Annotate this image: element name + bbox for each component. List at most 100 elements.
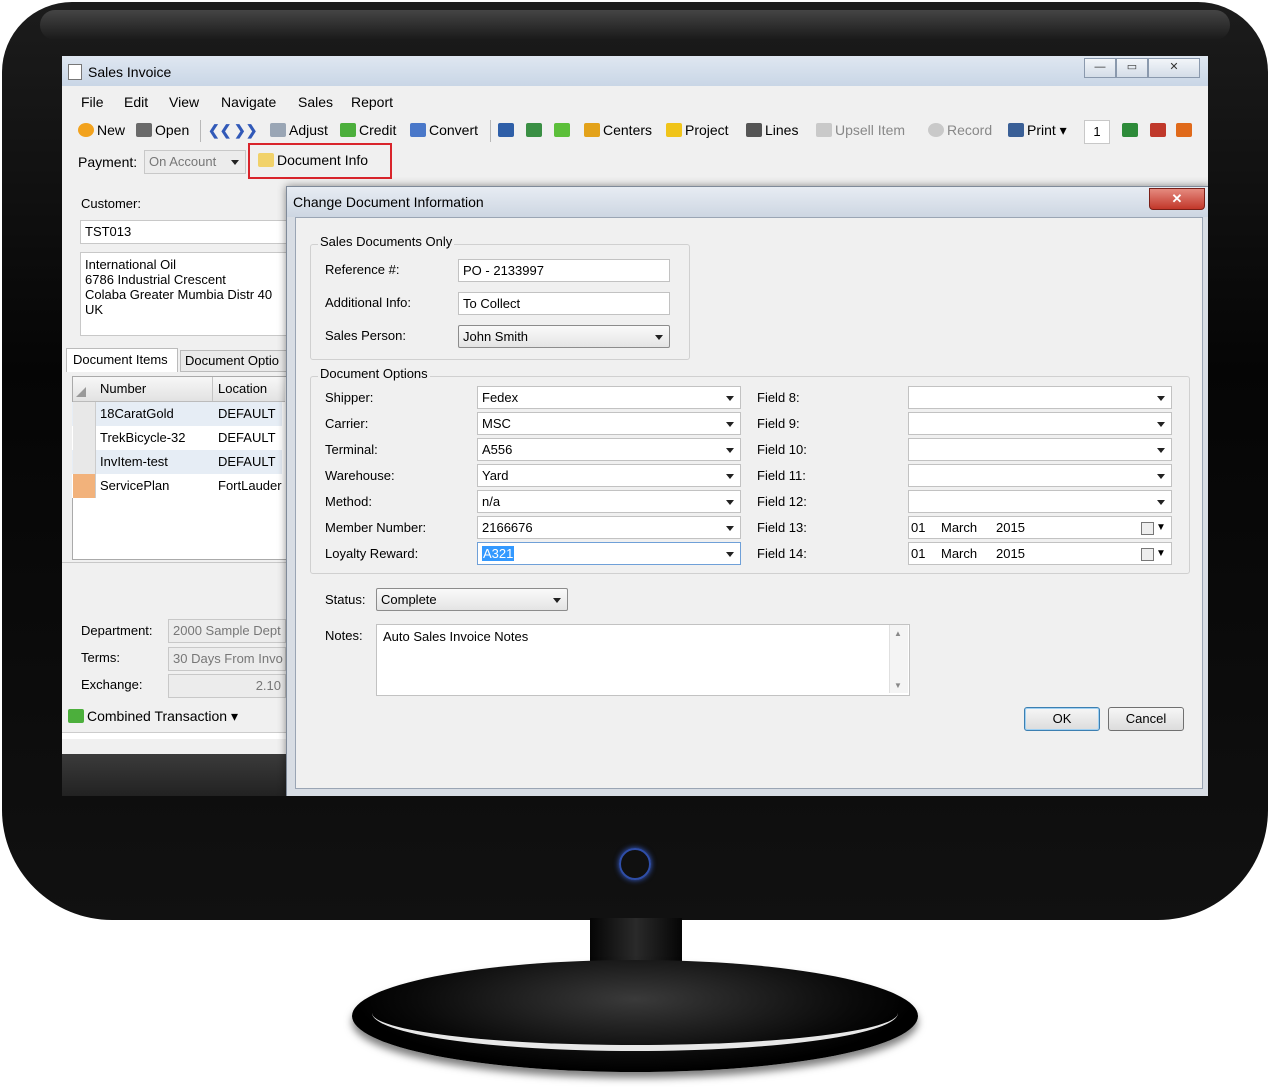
- menu-view[interactable]: View: [169, 94, 199, 110]
- chevron-down-icon[interactable]: ▼: [1156, 543, 1166, 564]
- notes-textarea[interactable]: Auto Sales Invoice Notes ▲ ▼: [376, 624, 910, 696]
- combined-transaction-button[interactable]: Combined Transaction ▾: [68, 708, 238, 725]
- scroll-down-icon[interactable]: ▼: [894, 681, 902, 690]
- convert-button[interactable]: Convert: [410, 122, 478, 138]
- calendar-icon[interactable]: [1141, 548, 1154, 561]
- next-icon[interactable]: ❯❯: [234, 122, 257, 139]
- maximize-button[interactable]: ▭: [1116, 58, 1148, 78]
- open-button[interactable]: Open: [136, 122, 189, 138]
- power-button-icon[interactable]: [619, 848, 651, 880]
- status-strip: [62, 732, 286, 739]
- menu-edit[interactable]: Edit: [124, 94, 148, 110]
- payment-dropdown[interactable]: On Account: [144, 150, 246, 174]
- reference-input[interactable]: PO - 2133997: [458, 259, 670, 282]
- close-button[interactable]: ✕: [1148, 58, 1200, 78]
- adjust-icon: [270, 123, 286, 137]
- field-14-date-picker[interactable]: 01 March 2015 ▼: [908, 542, 1172, 565]
- menu-sales[interactable]: Sales: [298, 94, 333, 110]
- spreadsheet-icon[interactable]: [1122, 122, 1141, 138]
- customer-code-field[interactable]: TST013: [80, 220, 290, 244]
- payment-label: Payment:: [78, 154, 138, 170]
- refresh-icon[interactable]: [526, 122, 545, 138]
- warehouse-dropdown[interactable]: Yard: [477, 464, 741, 487]
- hard-hat-icon: [666, 123, 682, 137]
- shipper-label: Shipper:: [325, 390, 374, 405]
- dialog-body: Sales Documents Only Reference #: PO - 2…: [295, 217, 1203, 789]
- arrow-down-icon: [68, 709, 84, 723]
- table-row[interactable]: 18CaratGold DEFAULT: [72, 402, 282, 426]
- field-9-dropdown[interactable]: [908, 412, 1172, 435]
- chevron-down-icon[interactable]: ▼: [1156, 517, 1166, 538]
- minimize-button[interactable]: —: [1084, 58, 1116, 78]
- column-divider: [212, 377, 213, 401]
- scroll-up-icon[interactable]: ▲: [894, 629, 902, 638]
- table-row[interactable]: TrekBicycle-32 DEFAULT: [72, 426, 282, 450]
- menu-file[interactable]: File: [81, 94, 104, 110]
- lines-button[interactable]: Lines: [746, 122, 798, 138]
- terms-label: Terms:: [81, 650, 120, 665]
- menu-navigate[interactable]: Navigate: [221, 94, 276, 110]
- field-9-label: Field 9:: [757, 416, 800, 431]
- new-button[interactable]: New: [78, 122, 125, 138]
- sales-documents-title: Sales Documents Only: [318, 234, 455, 249]
- calendar-icon[interactable]: [1176, 122, 1195, 138]
- divider: [62, 562, 286, 563]
- pencil-icon: [258, 153, 274, 167]
- save-icon[interactable]: [498, 122, 517, 138]
- status-label: Status:: [325, 592, 366, 607]
- record-button[interactable]: Record: [928, 122, 992, 138]
- field-11-dropdown[interactable]: [908, 464, 1172, 487]
- window-title: Sales Invoice: [88, 64, 172, 80]
- credit-button[interactable]: Credit: [340, 122, 396, 138]
- document-info-button[interactable]: Document Info: [258, 152, 368, 168]
- tab-document-items[interactable]: Document Items: [66, 348, 178, 372]
- terms-field[interactable]: 30 Days From Invo: [168, 647, 286, 671]
- centers-button[interactable]: Centers: [584, 122, 652, 138]
- status-dropdown[interactable]: Complete: [376, 588, 568, 611]
- column-header-location[interactable]: Location: [214, 377, 267, 401]
- field-14-label: Field 14:: [757, 546, 807, 561]
- shipper-dropdown[interactable]: Fedex: [477, 386, 741, 409]
- loyalty-reward-label: Loyalty Reward:: [325, 546, 419, 561]
- terminal-dropdown[interactable]: A556: [477, 438, 741, 461]
- menu-report[interactable]: Report: [351, 94, 393, 110]
- field-8-dropdown[interactable]: [908, 386, 1172, 409]
- tab-document-options[interactable]: Document Optio: [180, 350, 290, 372]
- additional-info-input[interactable]: To Collect: [458, 292, 670, 315]
- field-8-label: Field 8:: [757, 390, 800, 405]
- project-button[interactable]: Project: [666, 122, 729, 138]
- sales-person-dropdown[interactable]: John Smith: [458, 325, 670, 348]
- exchange-field[interactable]: 2.10: [168, 674, 286, 698]
- select-all-icon[interactable]: [76, 387, 86, 397]
- sales-person-label: Sales Person:: [325, 328, 406, 343]
- member-number-dropdown[interactable]: 2166676: [477, 516, 741, 539]
- table-row[interactable]: InvItem-test DEFAULT: [72, 450, 282, 474]
- print-button[interactable]: Print ▾: [1008, 122, 1067, 139]
- method-label: Method:: [325, 494, 372, 509]
- table-row[interactable]: ServicePlan FortLauder: [72, 474, 282, 498]
- document-icon: [68, 64, 82, 80]
- users-icon[interactable]: [1150, 122, 1169, 138]
- calendar-icon[interactable]: [1141, 522, 1154, 535]
- recycle-icon[interactable]: [554, 122, 573, 138]
- department-field[interactable]: 2000 Sample Dept: [168, 619, 286, 643]
- column-header-number[interactable]: Number: [96, 377, 146, 401]
- loyalty-reward-dropdown[interactable]: A321: [477, 542, 741, 565]
- carrier-dropdown[interactable]: MSC: [477, 412, 741, 435]
- ok-button[interactable]: OK: [1024, 707, 1100, 731]
- upsell-item-button[interactable]: Upsell Item: [816, 122, 905, 138]
- method-dropdown[interactable]: n/a: [477, 490, 741, 513]
- upsell-icon: [816, 123, 832, 137]
- field-13-date-picker[interactable]: 01 March 2015 ▼: [908, 516, 1172, 539]
- cancel-button[interactable]: Cancel: [1108, 707, 1184, 731]
- copies-input[interactable]: 1: [1084, 120, 1110, 144]
- field-12-label: Field 12:: [757, 494, 807, 509]
- previous-icon[interactable]: ❮❮: [208, 122, 231, 139]
- field-10-dropdown[interactable]: [908, 438, 1172, 461]
- screen: Sales Invoice — ▭ ✕ File Edit View Navig…: [62, 56, 1208, 796]
- field-12-dropdown[interactable]: [908, 490, 1172, 513]
- printer-icon: [1008, 123, 1024, 137]
- dialog-close-button[interactable]: ✕: [1149, 188, 1205, 210]
- toolbar-separator: [200, 120, 201, 142]
- adjust-button[interactable]: Adjust: [270, 122, 328, 138]
